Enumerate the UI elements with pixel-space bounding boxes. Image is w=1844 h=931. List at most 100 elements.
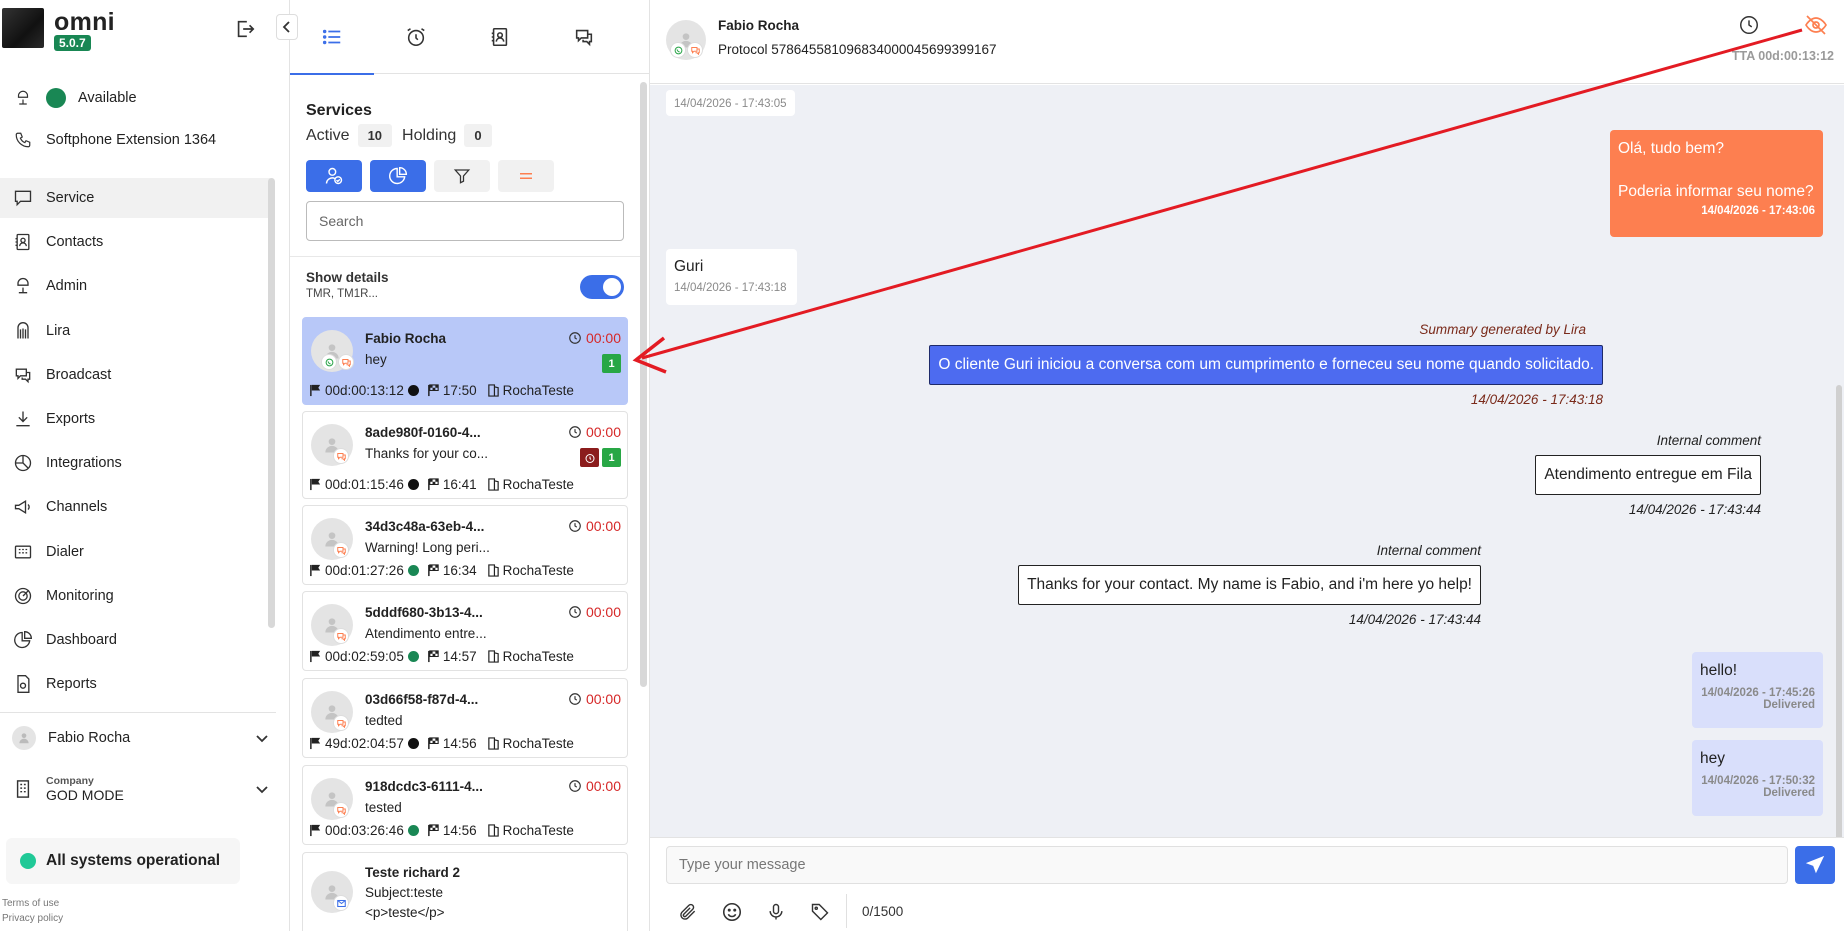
sidebar-item-monitoring[interactable]: Monitoring: [0, 576, 270, 616]
clock-icon: [569, 426, 581, 438]
contact-book-icon: [491, 27, 508, 47]
tab-reminders[interactable]: [374, 0, 458, 74]
sidebar-item-service[interactable]: Service: [0, 178, 270, 218]
start-time: 17:50: [442, 383, 477, 398]
message-timestamp: 14/04/2026 - 17:45:26: [1701, 687, 1815, 699]
list-item[interactable]: Teste richard 2 Subject:teste <p>teste</…: [302, 852, 628, 931]
microphone-icon[interactable]: [764, 900, 788, 924]
channel-badges: [670, 42, 703, 58]
chat-scrollbar[interactable]: [1836, 385, 1842, 837]
tab-conversations[interactable]: [290, 0, 374, 75]
sidebar-item-admin[interactable]: Admin: [0, 266, 270, 306]
show-details-toggle[interactable]: [580, 275, 624, 299]
collapse-sidebar-button[interactable]: [276, 14, 298, 40]
message-outgoing-bot: Olá, tudo bem? Poderia informar seu nome…: [1610, 130, 1823, 237]
team-name: RochaTeste: [502, 649, 574, 664]
conversation-card[interactable]: Fabio Rocha hey 00:00 1 00d:00:13:12 17:50 Roc…: [302, 317, 628, 405]
sidebar-item-broadcast[interactable]: Broadcast: [0, 355, 270, 395]
sidebar-item-label: Admin: [46, 278, 88, 295]
unread-count-badge: 1: [602, 448, 621, 467]
user-name: Fabio Rocha: [48, 730, 131, 746]
pie-chart-icon: [389, 166, 408, 185]
terms-link[interactable]: Terms of use: [2, 898, 59, 909]
sort-button[interactable]: [498, 160, 554, 192]
conversation-preview: hey: [365, 352, 387, 367]
protocol-number: Protocol 578645581096834000045699399167: [718, 42, 997, 57]
tag-icon[interactable]: [808, 900, 832, 924]
list-scrollbar[interactable]: [640, 82, 647, 687]
start-time: 14:56: [442, 736, 477, 751]
checkered-flag-icon: [427, 564, 439, 577]
chat-icon: [338, 354, 354, 370]
chat-icon: [333, 802, 349, 818]
services-title: Services: [306, 102, 372, 119]
sidebar-item-exports[interactable]: Exports: [0, 399, 270, 439]
internal-comment-label: Internal comment: [1376, 543, 1481, 558]
sidebar-item-integrations[interactable]: Integrations: [0, 443, 270, 483]
start-time: 14:57: [442, 649, 477, 664]
conversation-card[interactable]: 8ade980f-0160-4... Thanks for your co... 0…: [302, 411, 628, 499]
system-status[interactable]: All systems operational: [6, 838, 240, 884]
history-clock-icon[interactable]: [1738, 14, 1760, 36]
message-timestamp: 14/04/2026 - 17:43:18: [674, 282, 787, 294]
chat-icon: [687, 42, 703, 58]
filter-button[interactable]: [434, 160, 490, 192]
list-icon: [322, 29, 341, 45]
timer-value: 00:00: [585, 424, 621, 440]
search-input[interactable]: [306, 201, 624, 241]
conversation-meta: 00d:01:15:46 16:41 RochaTeste: [309, 477, 574, 492]
sidebar-item-dashboard[interactable]: Dashboard: [0, 620, 270, 660]
conversation-preview: Warning! Long peri...: [365, 540, 490, 555]
message-outgoing: hey 14/04/2026 - 17:50:32 Delivered: [1692, 740, 1823, 816]
chat-icon: [333, 448, 349, 464]
stats-button[interactable]: [370, 160, 426, 192]
user-menu[interactable]: Fabio Rocha: [0, 718, 276, 758]
flag-icon: [310, 650, 321, 663]
conversation-card[interactable]: 918dcdc3-6111-4... tested 00:00 00d:03:26:4…: [302, 765, 628, 845]
menu-scrollbar[interactable]: [268, 178, 275, 628]
message-composer: 0/1500: [650, 837, 1844, 931]
app-version-badge: 5.0.7: [54, 35, 91, 51]
message-thread[interactable]: 14/04/2026 - 17:43:05 Olá, tudo bem? Pod…: [650, 85, 1844, 837]
company-selector[interactable]: Company GOD MODE: [0, 766, 276, 812]
logout-icon[interactable]: [234, 18, 256, 40]
sidebar-item-label: Integrations: [46, 455, 122, 472]
conversation-card[interactable]: 5dddf680-3b13-4... Atendimento entre... 00…: [302, 591, 628, 671]
emoji-icon[interactable]: [720, 900, 744, 924]
agent-status[interactable]: Available: [0, 78, 270, 118]
checkered-flag-icon: [427, 650, 439, 663]
sidebar-item-label: Contacts: [46, 234, 104, 251]
monitoring-icon: [12, 585, 34, 607]
admin-icon: [12, 275, 34, 297]
hide-eye-icon[interactable]: [1804, 14, 1828, 36]
checkered-flag-icon: [427, 478, 439, 491]
sidebar-item-contacts[interactable]: Contacts: [0, 222, 270, 262]
flag-icon: [310, 824, 321, 837]
tab-chats[interactable]: [542, 0, 626, 74]
message-input[interactable]: [666, 846, 1788, 884]
conversation-card[interactable]: 03d66f58-f87d-4... tedted 00:00 49d:02:04:5…: [302, 678, 628, 758]
message-incoming: Guri 14/04/2026 - 17:43:18: [666, 249, 797, 305]
status-dot: [407, 651, 419, 662]
channel-badges: [333, 448, 349, 464]
channel-badges: [333, 895, 349, 911]
attachment-icon[interactable]: [676, 900, 700, 924]
divider: [846, 894, 847, 928]
duration: 00d:01:27:26: [325, 563, 404, 578]
conversation-card[interactable]: 34d3c48a-63eb-4... Warning! Long peri... 0…: [302, 505, 628, 585]
team-name: RochaTeste: [502, 383, 574, 398]
my-services-button[interactable]: [306, 160, 362, 192]
clock-icon: [569, 332, 581, 344]
tta-timer: TTA 00d:00:13:12: [1731, 49, 1834, 63]
message-timestamp: 14/04/2026 - 17:43:06: [1701, 205, 1815, 217]
sidebar-item-reports[interactable]: Reports: [0, 664, 270, 704]
send-button[interactable]: [1795, 846, 1835, 884]
sidebar-item-channels[interactable]: Channels: [0, 487, 270, 527]
privacy-link[interactable]: Privacy policy: [2, 913, 63, 924]
tab-contacts[interactable]: [458, 0, 542, 74]
softphone-extension[interactable]: Softphone Extension 1364: [0, 120, 270, 160]
sidebar-item-lira[interactable]: Lira: [0, 311, 270, 351]
chat-icon: [333, 542, 349, 558]
user-check-icon: [325, 167, 343, 185]
sidebar-item-dialer[interactable]: Dialer: [0, 532, 270, 572]
